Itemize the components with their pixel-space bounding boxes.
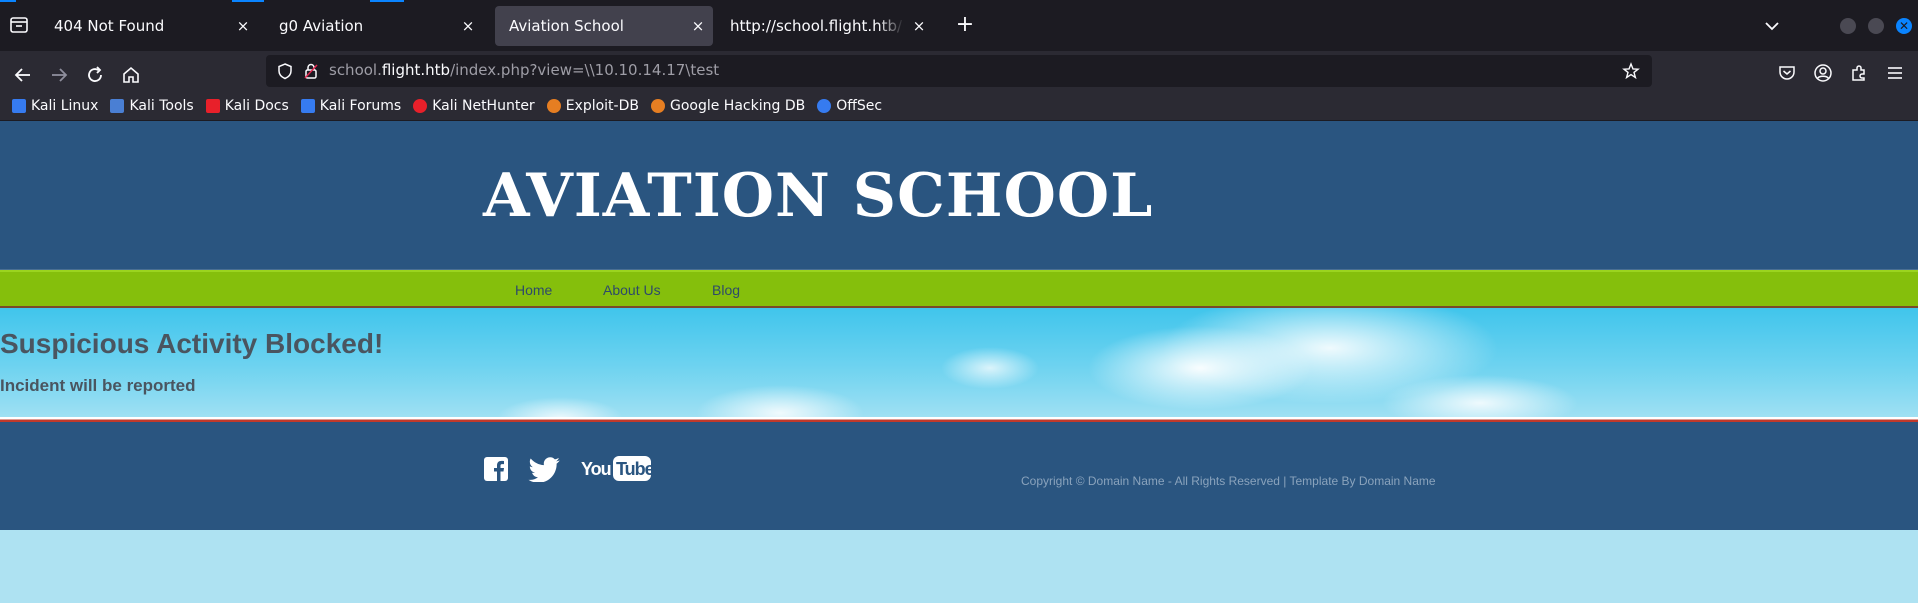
offsec-icon (817, 99, 832, 113)
bookmark-label: Kali Tools (129, 98, 194, 114)
tab-close-icon[interactable]: × (228, 17, 258, 35)
url-prefix: school. (329, 61, 382, 79)
blocked-heading: Suspicious Activity Blocked! (0, 328, 384, 359)
bookmark-kali-forums[interactable]: Kali Forums (300, 98, 402, 114)
svg-text:You: You (581, 459, 611, 479)
url-text[interactable]: school.flight.htb/index.php?view=\\10.10… (329, 61, 719, 79)
lock-icon[interactable] (302, 62, 320, 80)
bookmark-exploit-db[interactable]: Exploit-DB (546, 98, 639, 114)
twitter-icon[interactable] (526, 456, 564, 482)
bookmark-kali-tools[interactable]: Kali Tools (110, 98, 194, 114)
kali-dragon-icon (12, 99, 26, 113)
copyright-text: Copyright © Domain Name - All Rights Res… (1021, 474, 1436, 488)
ghdb-icon (650, 99, 665, 113)
tab-title: g0 Aviation (279, 17, 364, 35)
tab-title: 404 Not Found (54, 17, 165, 35)
tab-g0-aviation[interactable]: g0 Aviation × (265, 6, 483, 46)
kali-forums-icon (300, 99, 315, 113)
site-header: AVIATION SCHOOL (0, 121, 1918, 270)
kali-docs-icon (205, 99, 220, 113)
shield-icon[interactable] (276, 62, 294, 80)
nav-link-home[interactable]: Home (515, 282, 552, 298)
nav-link-blog[interactable]: Blog (712, 282, 740, 298)
tab-loading-indicator (232, 0, 264, 2)
bookmark-label: Kali Forums (319, 98, 402, 114)
url-path: /index.php?view=\\10.10.14.17\test (450, 61, 720, 79)
tab-loading-indicator (0, 0, 16, 2)
bookmark-label: Google Hacking DB (669, 98, 806, 114)
bookmark-kali-linux[interactable]: Kali Linux (12, 98, 98, 114)
tab-close-icon[interactable]: × (453, 17, 483, 35)
menu-icon[interactable] (1885, 63, 1905, 83)
firefox-view-icon[interactable] (10, 17, 28, 33)
kali-tools-icon (110, 99, 125, 113)
facebook-icon[interactable] (483, 456, 509, 482)
site-title: AVIATION SCHOOL (483, 161, 1154, 231)
bookmark-star-icon[interactable] (1622, 62, 1640, 80)
site-nav: Home About Us Blog (0, 270, 1918, 308)
new-tab-button[interactable]: + (952, 12, 978, 38)
bookmark-label: Kali NetHunter (432, 98, 535, 114)
nav-link-about-us[interactable]: About Us (603, 282, 661, 298)
close-window-button[interactable]: ✕ (1896, 18, 1912, 34)
exploit-db-icon (546, 99, 561, 113)
account-icon[interactable] (1813, 63, 1833, 83)
maximize-button[interactable] (1868, 18, 1884, 34)
tab-strip: 404 Not Found × g0 Aviation × Aviation S… (0, 0, 1918, 51)
tab-loading-indicator (370, 0, 404, 2)
bookmarks-toolbar: Kali Linux Kali Tools Kali Docs Kali For… (0, 92, 1918, 120)
svg-text:Tube: Tube (616, 459, 655, 479)
bookmark-label: Kali Docs (224, 98, 289, 114)
blocked-subheading: Incident will be reported (0, 376, 196, 395)
bookmark-label: Kali Linux (31, 98, 99, 114)
minimize-button[interactable] (1840, 18, 1856, 34)
bookmark-offsec[interactable]: OffSec (817, 98, 882, 114)
bookmark-google-hacking-db[interactable]: Google Hacking DB (650, 98, 806, 114)
bookmark-kali-nethunter[interactable]: Kali NetHunter (413, 98, 535, 114)
hero-banner: Suspicious Activity Blocked! Incident wi… (0, 308, 1918, 417)
tab-close-icon[interactable]: × (904, 17, 934, 35)
address-bar[interactable]: school.flight.htb/index.php?view=\\10.10… (266, 55, 1652, 87)
forward-arrow-icon[interactable] (47, 63, 71, 87)
nethunter-icon (413, 99, 428, 113)
tab-school-flight-htb[interactable]: http://school.flight.htb/index × (716, 6, 934, 46)
extensions-icon[interactable] (1849, 63, 1869, 83)
bookmark-kali-docs[interactable]: Kali Docs (205, 98, 289, 114)
tab-close-icon[interactable]: × (683, 17, 713, 35)
url-domain: flight.htb (381, 61, 451, 79)
tab-404-not-found[interactable]: 404 Not Found × (40, 6, 258, 46)
bookmark-label: OffSec (836, 98, 883, 114)
chevron-down-icon[interactable] (1762, 16, 1782, 36)
site-footer: You Tube Copyright © Domain Name - All R… (0, 422, 1918, 530)
youtube-icon[interactable]: You Tube (581, 454, 655, 484)
pocket-icon[interactable] (1777, 63, 1797, 83)
tab-title: http://school.flight.htb/index (730, 17, 904, 35)
page-viewport: AVIATION SCHOOL Home About Us Blog Suspi… (0, 121, 1918, 603)
home-icon[interactable] (119, 63, 143, 87)
back-arrow-icon[interactable] (11, 63, 35, 87)
tab-title: Aviation School (509, 17, 624, 35)
tab-aviation-school[interactable]: Aviation School × (495, 6, 713, 46)
reload-icon[interactable] (83, 63, 107, 87)
bookmark-label: Exploit-DB (565, 98, 639, 114)
